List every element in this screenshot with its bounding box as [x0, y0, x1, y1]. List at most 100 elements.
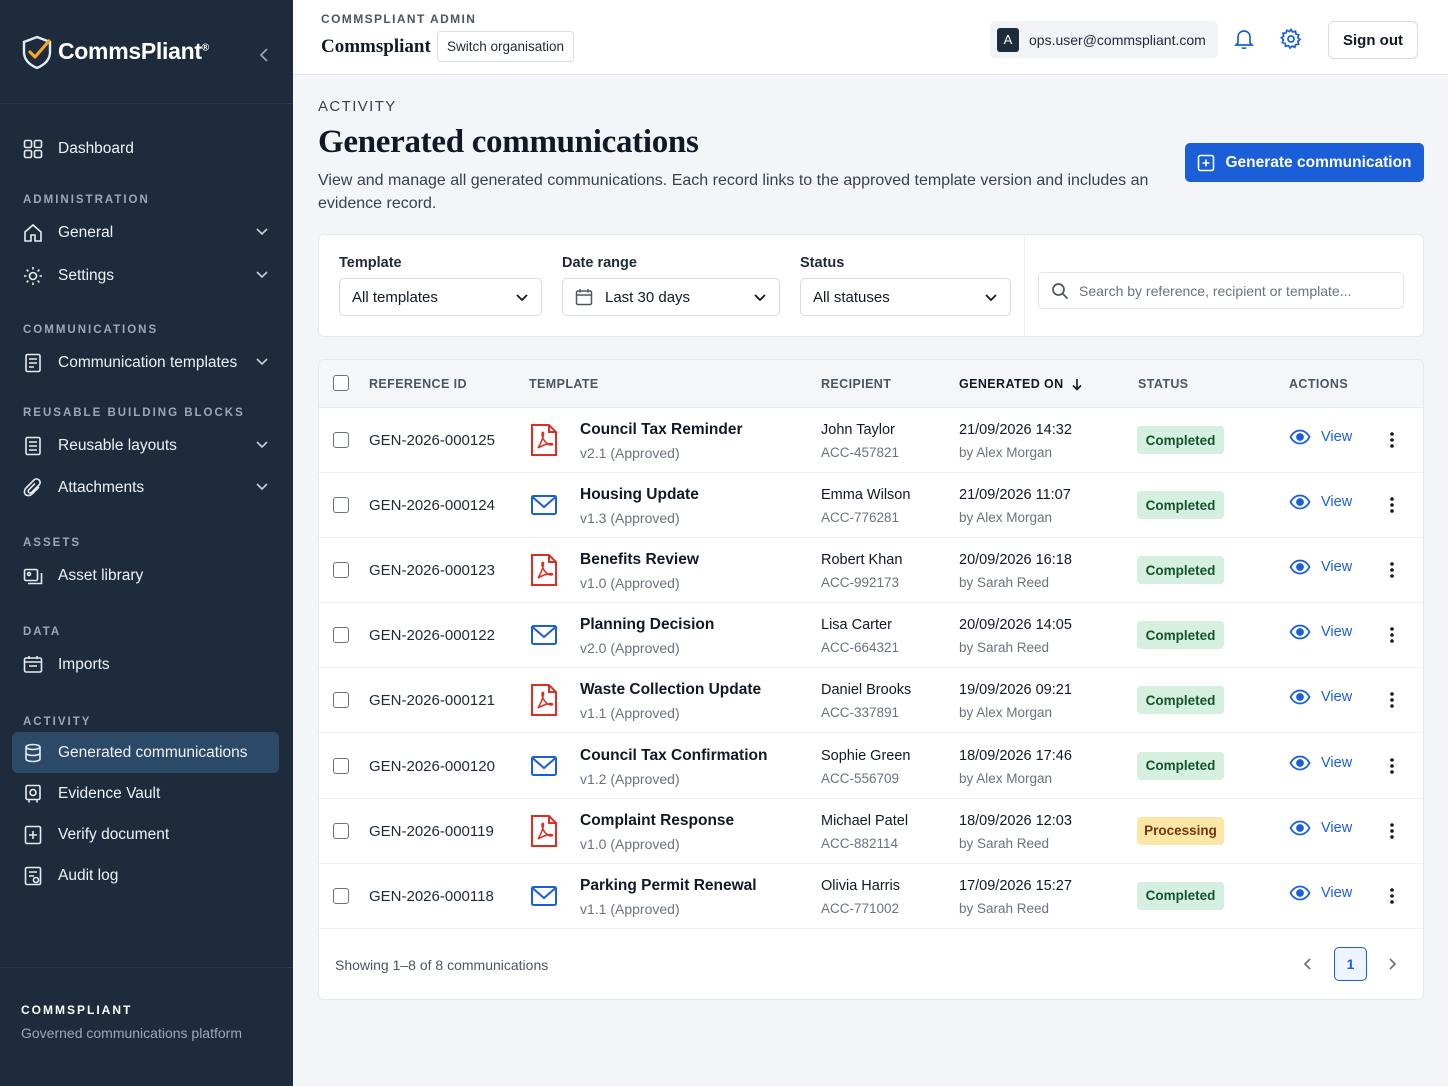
table-row[interactable]: GEN-2026-000120 Council Tax Confirmation v…: [319, 734, 1423, 799]
more-options-icon[interactable]: [1387, 820, 1397, 842]
table-row[interactable]: GEN-2026-000125 Council Tax Reminder v2.1 …: [319, 408, 1423, 473]
table-row[interactable]: GEN-2026-000121 Waste Collection Update v1…: [319, 668, 1423, 734]
sidebar-item-imports[interactable]: Imports: [0, 644, 293, 685]
row-checkbox[interactable]: [333, 757, 349, 774]
status-select[interactable]: All statuses: [800, 278, 1011, 316]
admin-label: COMMSPLIANT ADMIN: [321, 12, 477, 26]
view-button[interactable]: View: [1289, 429, 1352, 445]
sidebar-item-generated-communications[interactable]: Generated communications: [12, 732, 279, 773]
more-options-icon[interactable]: [1387, 429, 1397, 451]
section-administration: ADMINISTRATION: [23, 194, 150, 206]
row-checkbox[interactable]: [333, 887, 349, 904]
chevron-down-icon: [256, 358, 268, 366]
view-button[interactable]: View: [1289, 624, 1352, 640]
view-button[interactable]: View: [1289, 820, 1352, 836]
sidebar-item-general[interactable]: General: [0, 212, 293, 253]
more-options-icon[interactable]: [1387, 624, 1397, 646]
generated-by: by Sarah Reed: [959, 640, 1050, 656]
sidebar-item-reusable-layouts[interactable]: Reusable layouts: [0, 425, 293, 466]
row-checkbox[interactable]: [333, 822, 349, 839]
view-label: View: [1321, 754, 1353, 771]
more-options-icon[interactable]: [1387, 689, 1397, 711]
row-checkbox[interactable]: [333, 692, 349, 709]
generated-by: by Sarah Reed: [959, 900, 1050, 916]
row-checkbox[interactable]: [333, 497, 349, 514]
recipient-name: Lisa Carter: [821, 617, 892, 634]
sidebar-item-asset-library[interactable]: Asset library: [0, 555, 293, 596]
section-data: DATA: [23, 626, 62, 638]
template-name[interactable]: Waste Collection Update: [580, 681, 761, 699]
search-input[interactable]: Search by reference, recipient or templa…: [1038, 272, 1404, 309]
more-options-icon[interactable]: [1387, 885, 1397, 907]
view-button[interactable]: View: [1289, 494, 1352, 510]
recipient-name: Robert Khan: [821, 552, 903, 569]
table-row[interactable]: GEN-2026-000119 Complaint Response v1.0 (A…: [319, 799, 1423, 864]
date-range-select[interactable]: Last 30 days: [562, 278, 780, 316]
template-version: v1.0 (Approved): [580, 575, 680, 592]
view-button[interactable]: View: [1289, 755, 1352, 771]
more-options-icon[interactable]: [1387, 559, 1397, 581]
sign-out-button[interactable]: Sign out: [1328, 21, 1418, 59]
chevron-down-icon: [516, 294, 528, 302]
column-status[interactable]: STATUS: [1138, 377, 1189, 391]
table-row[interactable]: GEN-2026-000124 Housing Update v1.3 (Appro…: [319, 473, 1423, 539]
sidebar-item-communication-templates[interactable]: Communication templates: [0, 342, 293, 383]
view-button[interactable]: View: [1289, 885, 1352, 901]
status-badge: Completed: [1137, 881, 1224, 910]
sidebar-item-dashboard[interactable]: Dashboard: [0, 128, 293, 169]
collapse-sidebar-icon[interactable]: [256, 44, 272, 66]
view-label: View: [1321, 559, 1353, 576]
column-template[interactable]: TEMPLATE: [529, 377, 599, 391]
column-generated-on[interactable]: GENERATED ON: [959, 377, 1083, 391]
bell-icon[interactable]: [1232, 27, 1256, 51]
generate-communication-button[interactable]: Generate communication: [1185, 143, 1424, 182]
sidebar-item-verify-document[interactable]: Verify document: [0, 814, 293, 855]
more-options-icon[interactable]: [1387, 494, 1397, 516]
sidebar-item-label: Communication templates: [58, 353, 238, 371]
template-select[interactable]: All templates: [339, 278, 542, 316]
view-label: View: [1321, 624, 1353, 641]
more-options-icon[interactable]: [1387, 755, 1397, 777]
table-footer: Showing 1–8 of 8 communications 1: [319, 928, 1423, 999]
template-name[interactable]: Complaint Response: [580, 812, 734, 830]
template-name[interactable]: Council Tax Confirmation: [580, 747, 767, 765]
sidebar-item-settings[interactable]: Settings: [0, 255, 293, 296]
page-1-button[interactable]: 1: [1334, 947, 1367, 981]
reference-id: GEN-2026-000125: [369, 432, 495, 449]
template-name[interactable]: Planning Decision: [580, 616, 714, 634]
table-row[interactable]: GEN-2026-000122 Planning Decision v2.0 (Ap…: [319, 603, 1423, 669]
avatar: A: [997, 27, 1019, 52]
recipient-name: Emma Wilson: [821, 487, 911, 504]
view-button[interactable]: View: [1289, 559, 1352, 575]
sidebar-item-evidence-vault[interactable]: Evidence Vault: [0, 773, 293, 814]
column-recipient[interactable]: RECIPIENT: [821, 377, 891, 391]
reference-id: GEN-2026-000124: [369, 497, 495, 515]
user-chip[interactable]: A ops.user@commspliant.com: [990, 21, 1218, 58]
column-reference[interactable]: REFERENCE ID: [369, 377, 467, 391]
table-row[interactable]: GEN-2026-000123 Benefits Review v1.0 (Appr…: [319, 538, 1423, 604]
showing-count: Showing 1–8 of 8 communications: [335, 957, 549, 973]
template-version: v2.1 (Approved): [580, 445, 680, 461]
gear-icon[interactable]: [1279, 27, 1303, 51]
sidebar-item-audit-log[interactable]: Audit log: [0, 855, 293, 896]
status-badge: Completed: [1137, 751, 1224, 780]
reference-id: GEN-2026-000120: [369, 757, 495, 775]
switch-organisation-button[interactable]: Switch organisation: [437, 31, 575, 62]
row-checkbox[interactable]: [333, 562, 349, 579]
template-name[interactable]: Housing Update: [580, 486, 699, 504]
column-actions: ACTIONS: [1289, 377, 1349, 391]
pdf-icon: [530, 423, 558, 457]
row-checkbox[interactable]: [333, 627, 349, 644]
select-all-checkbox[interactable]: [333, 375, 349, 391]
recipient-account: ACC-664321: [821, 640, 900, 656]
template-name[interactable]: Benefits Review: [580, 551, 699, 569]
table-row[interactable]: GEN-2026-000118 Parking Permit Renewal v1.…: [319, 864, 1423, 929]
template-name[interactable]: Council Tax Reminder: [580, 421, 743, 439]
template-name[interactable]: Parking Permit Renewal: [580, 877, 757, 895]
chevron-left-icon[interactable]: [1299, 954, 1317, 979]
footer-subtitle: Governed communications platform: [21, 1025, 242, 1041]
sidebar-item-attachments[interactable]: Attachments: [0, 467, 293, 508]
row-checkbox[interactable]: [333, 432, 349, 448]
view-button[interactable]: View: [1289, 689, 1352, 705]
chevron-right-icon[interactable]: [1383, 954, 1401, 979]
